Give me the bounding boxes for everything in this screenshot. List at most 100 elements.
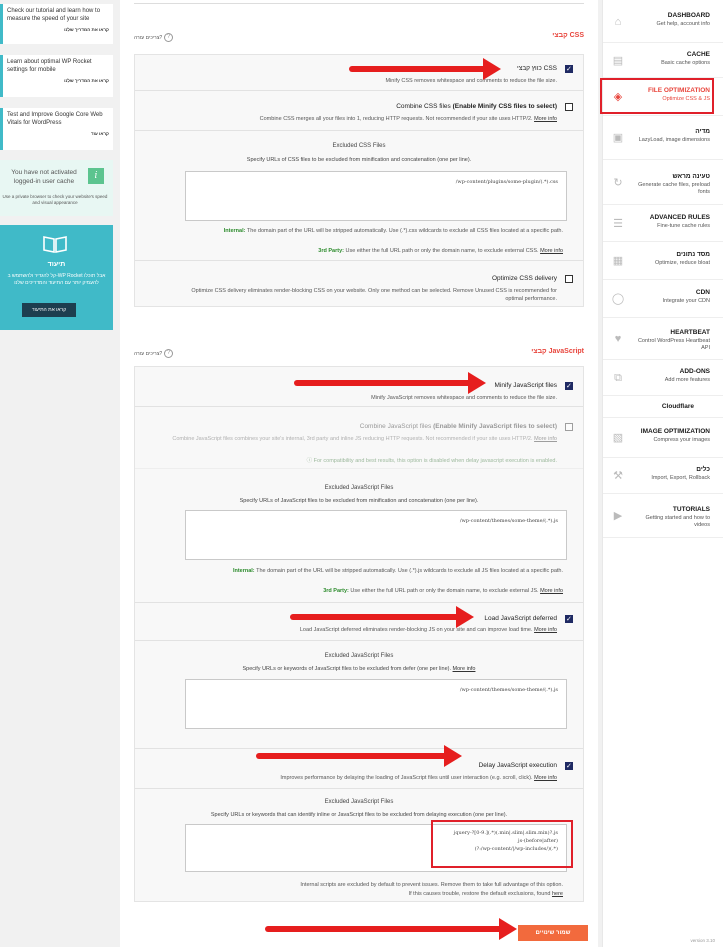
combine-css-label: Combine CSS files (Enable Minify CSS fil… <box>396 103 557 110</box>
sidebar-item-add-ons[interactable]: ⧉ ADD-ONS Add more features <box>603 360 723 396</box>
internal-note-text: The domain part of the URL will be strip… <box>256 568 563 574</box>
vitals-card-link[interactable]: קראו עוד <box>7 130 109 138</box>
css-help-link[interactable]: צריכים עזרה?? <box>134 33 174 42</box>
sidebar-item-heartbeat[interactable]: ♥ HEARTBEAT Control WordPress Heartbeat AP… <box>603 318 723 360</box>
sidebar-item-sub: Import, Export, Rollback <box>651 475 710 481</box>
third-party-more-link[interactable]: More info <box>540 248 563 254</box>
minify-css-checkbox[interactable] <box>565 65 573 73</box>
delay-excluded-title: Excluded JavaScript Files <box>324 799 394 805</box>
sidebar-item-label: מדיה <box>695 128 710 135</box>
tutorial-card: Check our tutorial and learn how to meas… <box>0 4 113 44</box>
excluded-js-block: Excluded JavaScript Files Specify URLs o… <box>135 469 583 603</box>
defer-js-desc: Load JavaScript deferred eliminates rend… <box>145 626 557 634</box>
sidebar-item-label: DASHBOARD <box>667 11 710 19</box>
cdn-icon: ◯ <box>611 293 625 305</box>
video-icon: ▶ <box>613 510 623 522</box>
tutorial-card-link[interactable]: קראו את המדריך שלנו <box>7 26 109 34</box>
defer-excluded-title: Excluded JavaScript Files <box>324 653 394 659</box>
minify-js-checkbox[interactable] <box>565 382 573 390</box>
file-optimization-highlight <box>600 78 714 114</box>
defer-excluded-textarea[interactable]: /wp-content/themes/some-theme/(.*).js <box>185 679 567 729</box>
sidebar-item-label: ADD-ONS <box>679 368 710 375</box>
database-icon: ▦ <box>612 255 624 267</box>
delay-excluded-note2-text: If this causes trouble, restore the defa… <box>408 891 551 897</box>
combine-css-more-link[interactable]: More info <box>534 116 557 122</box>
sidebar-item-[interactable]: ⚒ כלים Import, Export, Rollback <box>603 458 723 494</box>
excluded-js-textarea[interactable]: /wp-content/themes/some-theme/(.*).js <box>185 510 567 560</box>
help-icon: ? <box>164 33 174 42</box>
home-icon: ⌂ <box>614 15 622 28</box>
third-party-label: 3rd Party: <box>323 588 349 594</box>
minify-js-label: Minify JavaScript files <box>494 382 558 389</box>
main-panel: קבצי CSS צריכים עזרה?? כווץ קבצי CSS Min… <box>120 0 598 947</box>
sidebar-item-label: CDN <box>695 289 710 296</box>
cache-notice-sub: Use a private browser to check your webs… <box>2 194 108 205</box>
defer-excluded-desc: Specify URLs or keywords of JavaScript f… <box>135 666 583 672</box>
excluded-js-title: Excluded JavaScript Files <box>324 485 394 491</box>
logged-in-cache-notice: i You have not activated logged-in user … <box>0 160 113 216</box>
read-docs-button[interactable]: קראו את התיעוד <box>22 303 76 317</box>
defer-js-checkbox[interactable] <box>565 615 573 623</box>
combine-js-checkbox[interactable] <box>565 423 573 431</box>
excluded-css-internal-note: Internal: The domain part of the URL wil… <box>155 227 563 235</box>
delay-exclusions-highlight <box>431 820 573 868</box>
excluded-css-block: Excluded CSS Files Specify URLs of CSS f… <box>135 131 583 261</box>
delay-js-more-link[interactable]: More info <box>534 775 557 781</box>
version-label: version 3.10 <box>690 938 715 943</box>
left-column: Check our tutorial and learn how to meas… <box>0 0 116 947</box>
combine-js-notice: ⓘ For compatibility and best results, th… <box>306 458 557 464</box>
sidebar-item-cloudflare[interactable]: Cloudflare <box>603 396 723 418</box>
combine-js-desc: Combine JavaScript files combines your s… <box>145 435 557 443</box>
combine-css-checkbox[interactable] <box>565 103 573 111</box>
sidebar-item-dashboard[interactable]: ⌂ DASHBOARD Get help, account info <box>603 0 723 43</box>
sidebar-item-[interactable]: ↻ טעינה מראש Generate cache files, preload… <box>603 160 723 205</box>
sidebar-item-sub: Fine-tune cache rules <box>657 222 710 229</box>
sidebar-item-sub: Integrate your CDN <box>662 298 710 304</box>
third-party-note-text: Use either the full URL path or only the… <box>350 588 539 594</box>
mobile-card-link[interactable]: קראו את המדריך שלנו <box>7 77 109 85</box>
optimize-css-desc: Optimize CSS delivery eliminates render-… <box>191 288 557 302</box>
sidebar-item-[interactable]: ▣ מדיה LazyLoad, image dimensions <box>603 116 723 160</box>
third-party-more-link[interactable]: More info <box>540 588 563 594</box>
combine-js-more-link[interactable]: More info <box>534 436 557 442</box>
sidebar-item-image-optimization[interactable]: ▧ IMAGE OPTIMIZATION Compress your images <box>603 418 723 458</box>
sidebar-item-sub: Control WordPress Heartbeat API <box>637 338 710 351</box>
defer-js-more-link[interactable]: More info <box>534 627 557 633</box>
sidebar-item-[interactable]: ▦ מסד נתונים Optimize, reduce bloat <box>603 242 723 280</box>
documentation-title: תיעוד <box>47 261 66 268</box>
excluded-css-title: Excluded CSS Files <box>332 143 386 149</box>
list-icon: ☰ <box>613 217 623 230</box>
sidebar-item-cache[interactable]: ▤ CACHE Basic cache options <box>603 43 723 78</box>
combine-css-option: Combine CSS files (Enable Minify CSS fil… <box>135 91 583 131</box>
delay-js-label: Delay JavaScript execution <box>478 762 557 769</box>
delay-excluded-here-link[interactable]: here <box>552 891 563 897</box>
save-changes-button[interactable]: שמור שינויים <box>518 925 588 941</box>
delay-js-checkbox[interactable] <box>565 762 573 770</box>
sidebar-item-sub: Basic cache options <box>661 59 710 66</box>
combine-css-label-text: Combine CSS files <box>396 103 451 110</box>
sidebar-item-sub: Get help, account info <box>656 20 710 27</box>
sidebar-item-label: TUTORIALS <box>672 506 710 513</box>
delay-js-desc: Improves performance by delaying the loa… <box>145 774 557 782</box>
sidebar-item-sub: Generate cache files, preload fonts <box>638 181 710 195</box>
css-section-title: קבצי CSS <box>552 32 584 39</box>
arrow-annotation <box>265 918 517 940</box>
mobile-card: Learn about optimal WP Rocket settings f… <box>0 55 113 97</box>
excluded-css-desc: Specify URLs of CSS files to be excluded… <box>246 157 472 163</box>
sidebar-item-label: IMAGE OPTIMIZATION <box>640 428 710 435</box>
documentation-text: קל להגדיר ולהשתמש ב-WP Rocket אבל תוכלו … <box>7 273 106 286</box>
arrow-annotation <box>294 372 486 394</box>
defer-excluded-more-link[interactable]: More info <box>453 666 476 672</box>
optimize-css-checkbox[interactable] <box>565 275 573 283</box>
excluded-css-textarea[interactable]: /wp-content/plugins/some-plugin/(.*).css <box>185 171 567 221</box>
sidebar-item-advanced-rules[interactable]: ☰ ADVANCED RULES Fine-tune cache rules <box>603 205 723 242</box>
js-section-title: קבצי JavaScript <box>531 348 584 355</box>
defer-excluded-desc-text: Specify URLs or keywords of JavaScript f… <box>242 666 451 672</box>
sidebar-item-cdn[interactable]: ◯ CDN Integrate your CDN <box>603 280 723 318</box>
js-help-link[interactable]: צריכים עזרה?? <box>134 349 174 358</box>
sidebar-item-tutorials[interactable]: ▶ TUTORIALS Getting started and how to vid… <box>603 494 723 538</box>
minify-js-option: Minify JavaScript files Minify JavaScrip… <box>135 367 583 407</box>
excluded-js-desc: Specify URLs of JavaScript files to be e… <box>239 498 479 504</box>
sidebar-item-label: מסד נתונים <box>676 251 710 258</box>
optimize-css-option: Optimize CSS delivery Optimize CSS deliv… <box>135 261 583 307</box>
